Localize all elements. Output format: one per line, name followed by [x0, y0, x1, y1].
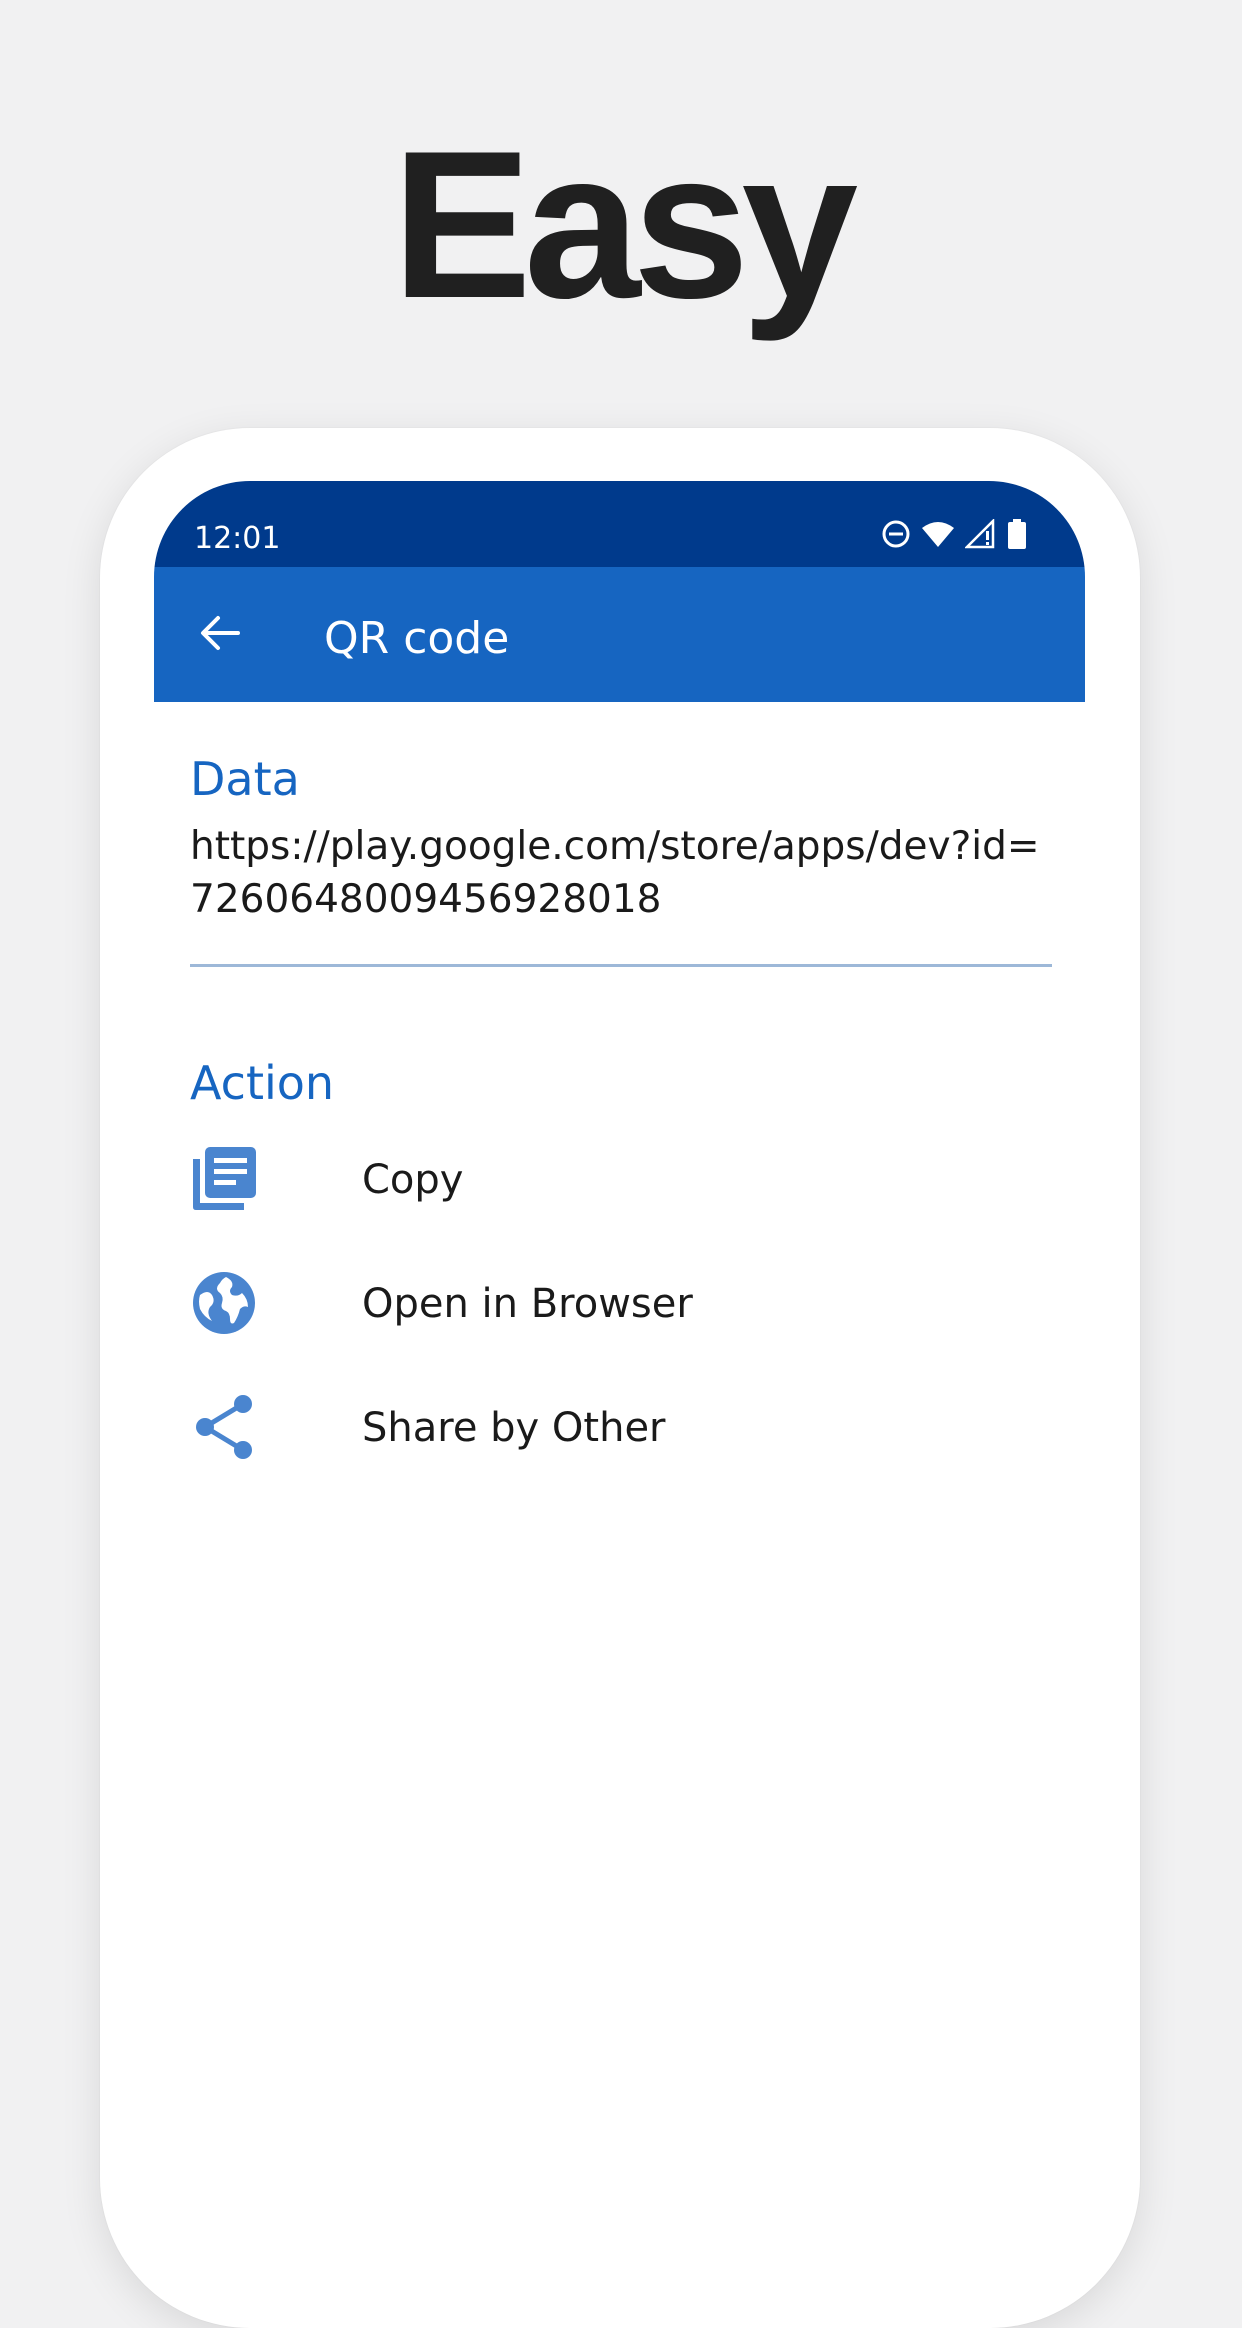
action-label: Copy — [362, 1157, 464, 1203]
signal-icon — [965, 519, 997, 549]
divider — [190, 964, 1052, 967]
action-copy[interactable]: Copy — [154, 1121, 1085, 1231]
data-section-title: Data — [190, 752, 300, 806]
status-icons — [881, 519, 1027, 549]
action-share-by-other[interactable]: Share by Other — [154, 1369, 1085, 1479]
action-section-title: Action — [190, 1056, 335, 1110]
globe-icon — [190, 1269, 258, 1337]
share-icon — [190, 1393, 258, 1461]
back-button[interactable] — [192, 607, 248, 663]
status-bar: 12:01 — [154, 481, 1085, 567]
arrow-back-icon — [198, 613, 242, 658]
app-title: QR code — [324, 613, 510, 664]
battery-icon — [1007, 519, 1027, 549]
action-open-in-browser[interactable]: Open in Browser — [154, 1245, 1085, 1355]
do-not-disturb-icon — [881, 519, 911, 549]
wifi-icon — [921, 520, 955, 548]
app-bar: QR code — [154, 567, 1085, 702]
status-time: 12:01 — [194, 521, 281, 556]
headline: Easy — [391, 107, 858, 342]
copy-icon — [190, 1145, 258, 1213]
action-label: Open in Browser — [362, 1281, 693, 1327]
data-value: https://play.google.com/store/apps/dev?i… — [190, 824, 1040, 922]
action-label: Share by Other — [362, 1405, 666, 1451]
phone-screen: 12:01 QR code Data https://play.google.c… — [154, 481, 1085, 2208]
